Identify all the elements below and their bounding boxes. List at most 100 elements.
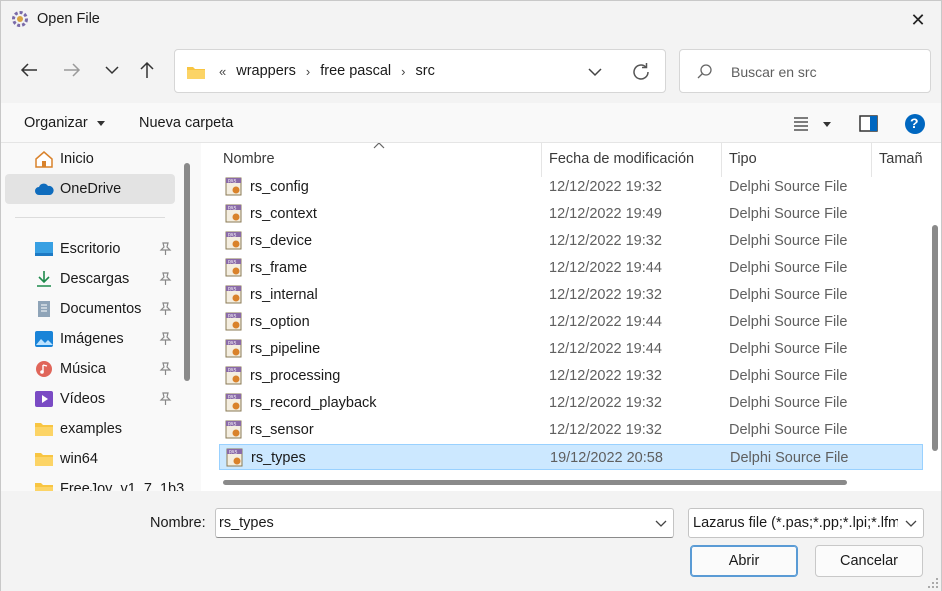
column-divider[interactable] [871,143,872,177]
help-button[interactable]: ? [904,113,926,135]
file-row[interactable]: PAS rs_config 12/12/2022 19:32 Delphi Sourc… [219,174,923,200]
file-name-input[interactable]: rs_types [215,508,674,538]
desktop-icon [35,242,53,256]
pin-icon[interactable] [159,332,172,346]
pin-icon[interactable] [159,272,172,286]
cancel-button[interactable]: Cancelar [815,545,923,577]
file-name-label: Nombre: [150,515,206,531]
command-bar: Organizar Nueva carpeta ? [1,103,941,143]
navigation-pane: Inicio OneDrive Escritorio Descargas Doc… [1,143,193,493]
file-type: Delphi Source File [729,314,848,330]
sidebar-item-videos[interactable]: Vídeos [5,384,175,414]
pin-icon[interactable] [159,242,172,256]
file-modified-date: 12/12/2022 19:32 [549,179,662,195]
sidebar-item-imagenes[interactable]: Imágenes [5,324,175,354]
pascal-source-file-icon: PAS [225,204,243,224]
file-row[interactable]: PAS rs_frame 12/12/2022 19:44 Delphi Source… [219,255,923,281]
breadcrumb-overflow[interactable]: « [213,64,232,79]
new-folder-button[interactable]: Nueva carpeta [139,115,233,131]
address-history-chevron-icon[interactable] [583,63,607,81]
sidebar-item-escritorio[interactable]: Escritorio [5,234,175,264]
close-button[interactable]: ✕ [895,1,941,39]
column-header-size[interactable]: Tamañ [879,151,923,167]
lazarus-gear-icon [12,11,28,27]
file-name: rs_types [251,450,306,466]
file-row[interactable]: PAS rs_record_playback 12/12/2022 19:32 Del… [219,390,923,416]
search-box[interactable]: Buscar en src [679,49,931,93]
svg-text:PAS: PAS [228,178,237,184]
sidebar-item-inicio[interactable]: Inicio [5,144,175,174]
file-name: rs_internal [250,287,318,303]
file-row[interactable]: PAS rs_processing 12/12/2022 19:32 Delphi S… [219,363,923,389]
file-row[interactable]: PAS rs_internal 12/12/2022 19:32 Delphi Sou… [219,282,923,308]
sidebar-item-label: Vídeos [60,391,106,407]
file-type-value: Lazarus file (*.pas;*.pp;*.lpi;*.lfm [693,515,898,531]
list-view-icon [794,117,831,131]
column-header-type[interactable]: Tipo [729,151,757,167]
file-row[interactable]: PAS rs_context 12/12/2022 19:49 Delphi Sour… [219,201,923,227]
file-modified-date: 12/12/2022 19:44 [549,314,662,330]
file-row[interactable]: PAS rs_sensor 12/12/2022 19:32 Delphi Sourc… [219,417,923,443]
home-icon [35,151,53,168]
view-options-button[interactable] [791,113,831,135]
video-icon [35,391,53,407]
file-name: rs_context [250,206,317,222]
file-name: rs_device [250,233,313,249]
file-modified-date: 12/12/2022 19:32 [549,368,662,384]
file-row[interactable]: PAS rs_device 12/12/2022 19:32 Delphi Sourc… [219,228,923,254]
sidebar-item-win64[interactable]: win64 [5,444,175,474]
sidebar-scrollbar[interactable] [184,163,190,381]
column-divider[interactable] [721,143,722,177]
horizontal-scrollbar[interactable] [223,480,847,485]
file-type: Delphi Source File [729,287,848,303]
preview-pane-button[interactable] [858,113,880,135]
breadcrumb-src[interactable]: src [412,63,439,79]
up-button[interactable] [132,55,162,85]
file-modified-date: 12/12/2022 19:32 [549,287,662,303]
file-type-select[interactable]: Lazarus file (*.pas;*.pp;*.lpi;*.lfm [688,508,924,538]
file-row[interactable]: PAS rs_pipeline 12/12/2022 19:44 Delphi Sou… [219,336,923,362]
open-button[interactable]: Abrir [690,545,798,577]
vertical-scrollbar[interactable] [932,225,938,451]
chevron-down-icon [905,520,917,527]
sidebar-item-documentos[interactable]: Documentos [5,294,175,324]
recent-locations-button[interactable] [97,55,127,85]
column-header-modified[interactable]: Fecha de modificación [549,151,694,167]
breadcrumb-separator: › [401,63,406,79]
forward-button[interactable] [57,55,87,85]
organize-menu-button[interactable]: Organizar [24,115,106,131]
file-row[interactable]: PAS rs_option 12/12/2022 19:44 Delphi Sourc… [219,309,923,335]
sidebar-item-onedrive[interactable]: OneDrive [5,174,175,204]
file-type: Delphi Source File [729,395,848,411]
caret-down-icon [96,121,105,127]
pascal-source-file-icon: PAS [225,366,243,386]
pascal-source-file-icon: PAS [226,448,244,468]
breadcrumb-free-pascal[interactable]: free pascal [316,63,395,79]
search-placeholder: Buscar en src [731,64,817,80]
refresh-icon[interactable] [629,61,653,83]
file-name-value: rs_types [219,515,274,531]
svg-text:PAS: PAS [228,286,237,292]
file-type: Delphi Source File [729,422,848,438]
back-button[interactable] [14,55,44,85]
pin-icon[interactable] [159,392,172,406]
svg-text:PAS: PAS [228,367,237,373]
sidebar-item-label: win64 [60,451,98,467]
chevron-down-icon[interactable] [655,518,667,528]
resize-grip-icon[interactable] [928,578,938,588]
sidebar-divider [15,217,165,218]
file-name: rs_option [250,314,310,330]
column-header-name[interactable]: Nombre [223,151,275,167]
sidebar-item-musica[interactable]: Música [5,354,175,384]
breadcrumb-wrappers[interactable]: wrappers [232,63,300,79]
sidebar-item-descargas[interactable]: Descargas [5,264,175,294]
file-row[interactable]: PAS rs_types 19/12/2022 20:58 Delphi Source… [219,444,923,470]
column-divider[interactable] [541,143,542,177]
svg-text:PAS: PAS [228,421,237,427]
sidebar-item-examples[interactable]: examples [5,414,175,444]
address-bar[interactable]: « wrappers › free pascal › src [174,49,666,93]
pin-icon[interactable] [159,362,172,376]
arrow-right-icon [64,63,81,77]
navigation-bar: « wrappers › free pascal › src Buscar en… [1,39,941,103]
pin-icon[interactable] [159,302,172,316]
